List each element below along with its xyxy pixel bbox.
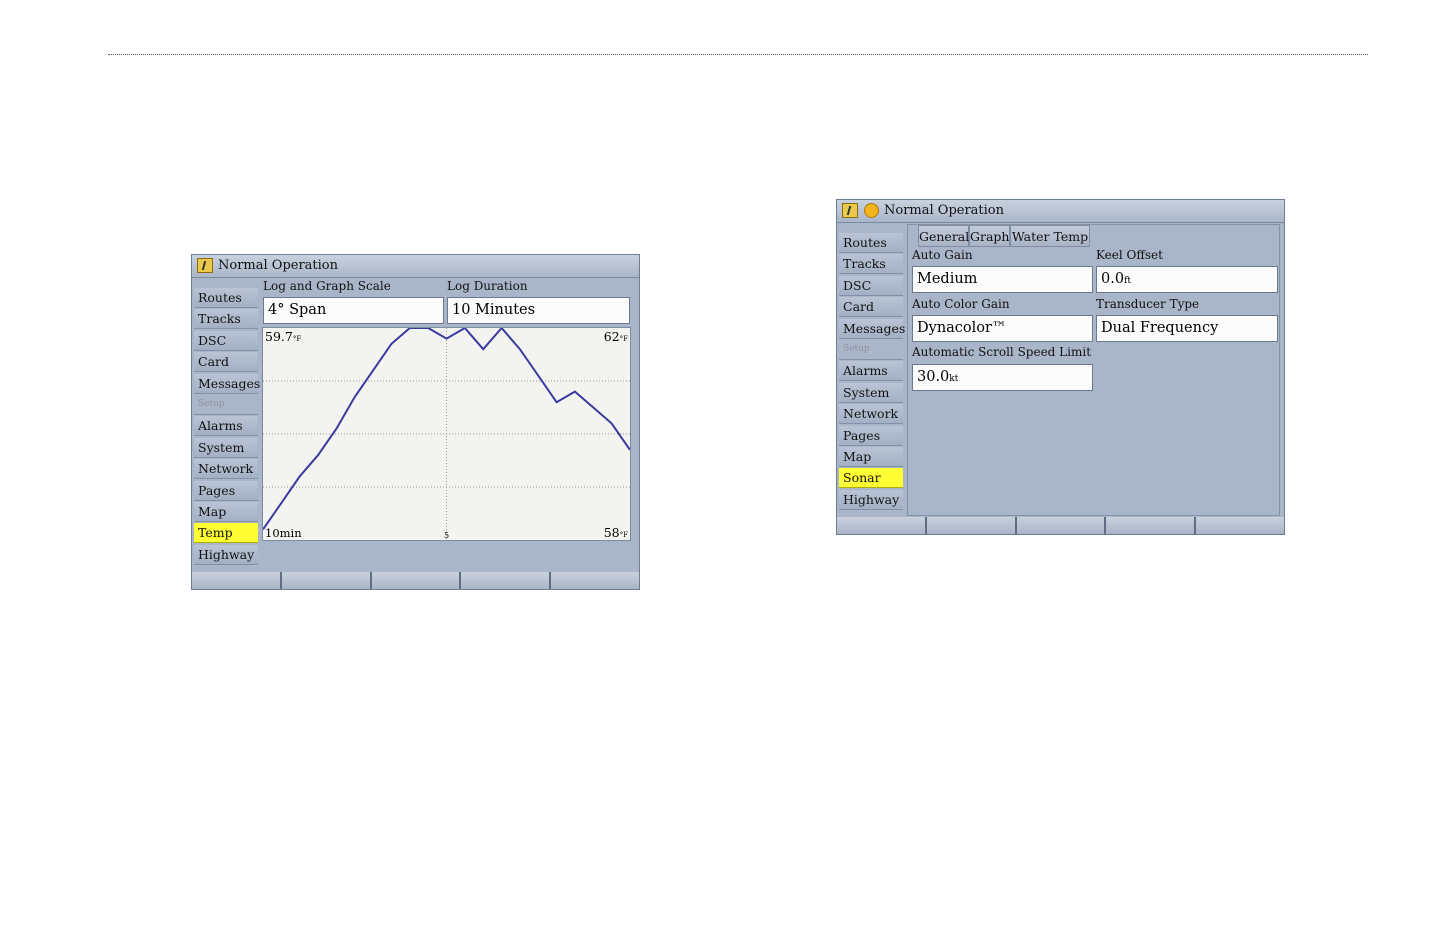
softkey-bar bbox=[837, 517, 1284, 534]
sidebar: Routes Tracks DSC Card Messages Setup Al… bbox=[194, 288, 260, 566]
auto-color-gain-label: Auto Color Gain bbox=[912, 297, 1010, 311]
sidebar-item-card[interactable]: Card bbox=[839, 297, 903, 318]
sidebar-item-highway[interactable]: Highway bbox=[839, 489, 903, 510]
softkey-4[interactable] bbox=[461, 572, 552, 589]
log-scale-field[interactable]: 4° Span bbox=[263, 297, 444, 324]
softkey-5[interactable] bbox=[551, 572, 639, 589]
sidebar-item-routes[interactable]: Routes bbox=[839, 233, 903, 253]
softkey-4[interactable] bbox=[1106, 517, 1197, 534]
softkey-bar bbox=[192, 572, 639, 589]
window-title: Normal Operation bbox=[884, 203, 1005, 218]
max-temp-unit: °F bbox=[619, 335, 628, 343]
tab-water-temp[interactable]: Water Temp bbox=[1010, 225, 1090, 247]
window-title: Normal Operation bbox=[218, 258, 339, 273]
min-temp-label: 58°F bbox=[604, 525, 628, 540]
tab-general[interactable]: General bbox=[918, 225, 969, 247]
current-temp-value: 59.7 bbox=[265, 329, 293, 344]
sidebar-item-messages[interactable]: Messages bbox=[194, 373, 260, 394]
sidebar-item-setup: Setup bbox=[194, 394, 258, 415]
keel-offset-value: 0.0 bbox=[1101, 271, 1125, 287]
sidebar-item-network[interactable]: Network bbox=[839, 404, 903, 425]
sonar-screen: Normal Operation Routes Tracks DSC Card … bbox=[836, 199, 1285, 535]
temp-screen: Normal Operation Routes Tracks DSC Card … bbox=[191, 254, 640, 590]
sidebar-item-temp[interactable]: Temp bbox=[194, 523, 258, 544]
sidebar: Routes Tracks DSC Card Messages Setup Al… bbox=[839, 233, 905, 511]
min-temp-value: 58 bbox=[603, 525, 620, 540]
softkey-3[interactable] bbox=[1016, 517, 1107, 534]
auto-color-gain-field[interactable]: Dynacolor™ bbox=[912, 315, 1093, 342]
keel-offset-unit: ft bbox=[1124, 276, 1132, 286]
sidebar-item-alarms[interactable]: Alarms bbox=[839, 361, 903, 382]
sidebar-item-highway[interactable]: Highway bbox=[194, 544, 258, 565]
scroll-speed-unit: kt bbox=[949, 374, 959, 384]
sidebar-item-tracks[interactable]: Tracks bbox=[194, 309, 258, 330]
sonar-status-icon bbox=[864, 203, 879, 218]
setup-icon bbox=[197, 258, 213, 273]
min-temp-unit: °F bbox=[619, 531, 628, 539]
log-scale-label: Log and Graph Scale bbox=[263, 279, 391, 293]
sidebar-item-system[interactable]: System bbox=[839, 382, 903, 403]
auto-gain-label: Auto Gain bbox=[912, 248, 973, 262]
setup-icon bbox=[842, 203, 858, 218]
keel-offset-field[interactable]: 0.0ft bbox=[1096, 266, 1278, 293]
time-start-label: 10min bbox=[265, 526, 302, 540]
sidebar-item-system[interactable]: System bbox=[194, 437, 258, 458]
sidebar-item-network[interactable]: Network bbox=[194, 459, 258, 480]
scroll-speed-label: Automatic Scroll Speed Limit bbox=[912, 345, 1092, 359]
sidebar-item-dsc[interactable]: DSC bbox=[194, 330, 258, 351]
softkey-3[interactable] bbox=[371, 572, 462, 589]
scroll-speed-field[interactable]: 30.0kt bbox=[912, 364, 1093, 391]
sonar-content: General Graph Water Temp Auto Gain Keel … bbox=[907, 224, 1280, 516]
max-temp-value: 62 bbox=[603, 329, 620, 344]
sidebar-item-map[interactable]: Map bbox=[839, 446, 903, 467]
title-bar: Normal Operation bbox=[837, 200, 1284, 223]
max-temp-label: 62°F bbox=[604, 329, 628, 344]
sidebar-item-routes[interactable]: Routes bbox=[194, 288, 258, 308]
sidebar-item-card[interactable]: Card bbox=[194, 352, 258, 373]
softkey-2[interactable] bbox=[926, 517, 1017, 534]
sidebar-item-setup: Setup bbox=[839, 339, 903, 360]
temp-graph: 59.7°F 62°F 58°F 10min 5 bbox=[262, 327, 631, 541]
transducer-type-field[interactable]: Dual Frequency bbox=[1096, 315, 1278, 342]
current-temp-unit: °F bbox=[292, 335, 302, 343]
log-duration-label: Log Duration bbox=[447, 279, 528, 293]
temp-graph-svg bbox=[263, 328, 630, 540]
sidebar-item-alarms[interactable]: Alarms bbox=[194, 416, 258, 437]
transducer-type-label: Transducer Type bbox=[1096, 297, 1200, 311]
time-mid-label: 5 bbox=[444, 531, 450, 540]
keel-offset-label: Keel Offset bbox=[1096, 248, 1163, 262]
title-bar: Normal Operation bbox=[192, 255, 639, 278]
temp-content: Log and Graph Scale Log Duration 4° Span… bbox=[260, 278, 639, 572]
sidebar-item-sonar[interactable]: Sonar bbox=[839, 468, 903, 489]
sidebar-item-dsc[interactable]: DSC bbox=[839, 275, 903, 296]
softkey-1[interactable] bbox=[837, 517, 927, 534]
sidebar-item-tracks[interactable]: Tracks bbox=[839, 254, 903, 275]
softkey-1[interactable] bbox=[192, 572, 282, 589]
softkey-5[interactable] bbox=[1196, 517, 1284, 534]
sidebar-item-messages[interactable]: Messages bbox=[839, 318, 905, 339]
current-temp: 59.7°F bbox=[265, 329, 301, 344]
tab-graph[interactable]: Graph bbox=[969, 225, 1010, 247]
sidebar-item-map[interactable]: Map bbox=[194, 501, 258, 522]
auto-gain-field[interactable]: Medium bbox=[912, 266, 1093, 293]
sidebar-item-pages[interactable]: Pages bbox=[839, 425, 903, 446]
sidebar-item-pages[interactable]: Pages bbox=[194, 480, 258, 501]
page-rule bbox=[108, 54, 1368, 55]
softkey-2[interactable] bbox=[281, 572, 372, 589]
scroll-speed-value: 30.0 bbox=[917, 369, 950, 385]
log-duration-field[interactable]: 10 Minutes bbox=[447, 297, 630, 324]
